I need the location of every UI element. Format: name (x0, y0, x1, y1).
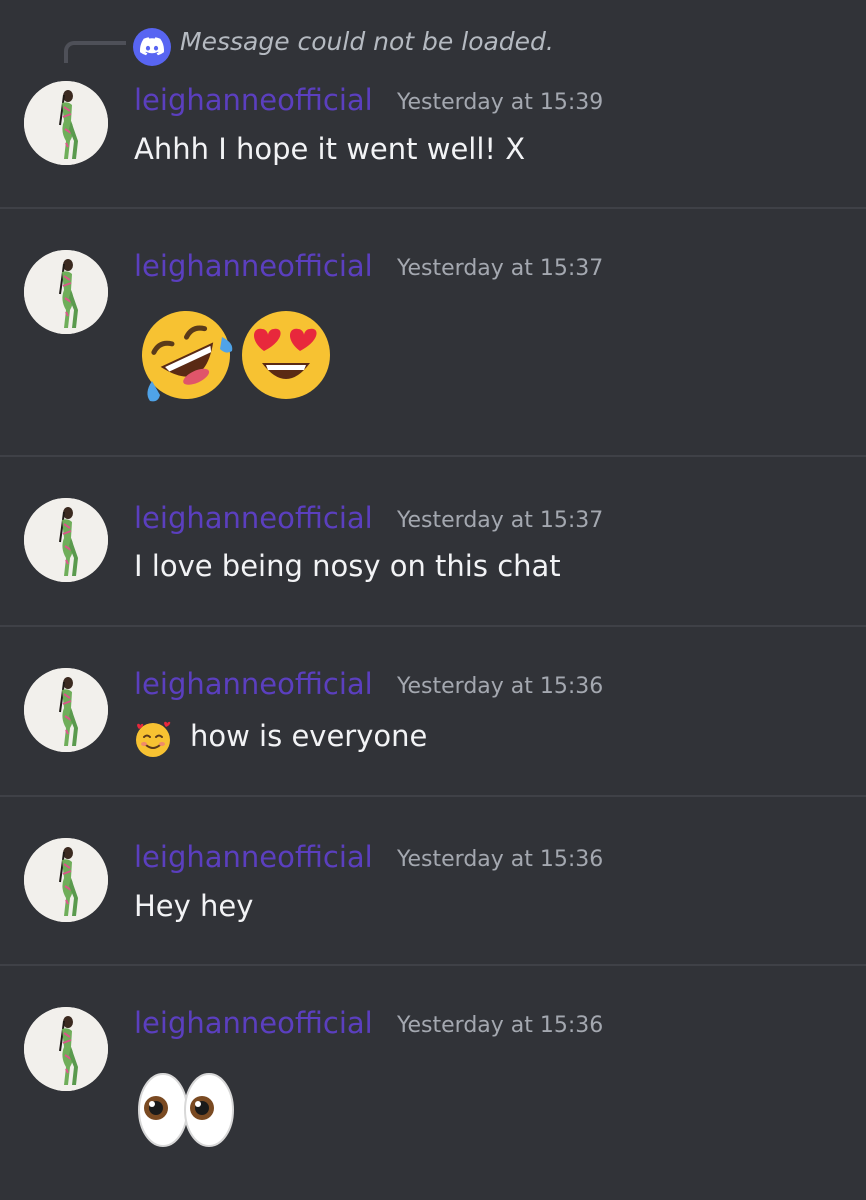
eyes-emoji (138, 1073, 234, 1147)
smiling-face-with-hearts-emoji (136, 721, 171, 757)
message-timestamp: Yesterday at 15:36 (397, 1013, 604, 1038)
message-timestamp: Yesterday at 15:36 (397, 847, 604, 872)
message-text: Hey hey (134, 889, 254, 923)
message-text: how is everyone (190, 719, 428, 753)
user-avatar[interactable] (24, 250, 108, 334)
message-text: I love being nosy on this chat (134, 549, 561, 583)
user-avatar[interactable] (24, 838, 108, 922)
message-author[interactable]: leighanneofficial (134, 249, 373, 283)
user-avatar[interactable] (24, 81, 108, 165)
message-item[interactable]: leighanneofficial Yesterday at 15:39 Ahh… (0, 0, 866, 208)
message-author[interactable]: leighanneofficial (134, 1006, 373, 1040)
heart-eyes-emoji (242, 311, 330, 399)
user-avatar[interactable] (24, 668, 108, 752)
rolling-on-floor-laughing-emoji (142, 311, 233, 402)
message-timestamp: Yesterday at 15:39 (397, 90, 604, 115)
message-timestamp: Yesterday at 15:37 (397, 508, 604, 533)
message-item[interactable]: leighanneofficial Yesterday at 15:37 I l… (0, 457, 866, 625)
message-timestamp: Yesterday at 15:37 (397, 256, 604, 281)
message-item[interactable]: leighanneofficial Yesterday at 15:36 (0, 966, 866, 1200)
message-author[interactable]: leighanneofficial (134, 840, 373, 874)
user-avatar[interactable] (24, 1007, 108, 1091)
message-item[interactable]: leighanneofficial Yesterday at 15:36 how… (0, 627, 866, 795)
user-avatar[interactable] (24, 498, 108, 582)
message-author[interactable]: leighanneofficial (134, 667, 373, 701)
message-item[interactable]: leighanneofficial Yesterday at 15:36 Hey… (0, 797, 866, 965)
message-item[interactable]: leighanneofficial Yesterday at 15:37 (0, 209, 866, 456)
message-text: Ahhh I hope it went well! X (134, 132, 526, 166)
message-author[interactable]: leighanneofficial (134, 501, 373, 535)
message-timestamp: Yesterday at 15:36 (397, 674, 604, 699)
message-author[interactable]: leighanneofficial (134, 83, 373, 117)
chat-message-list: Message could not be loaded. leighanneof… (0, 0, 866, 1200)
